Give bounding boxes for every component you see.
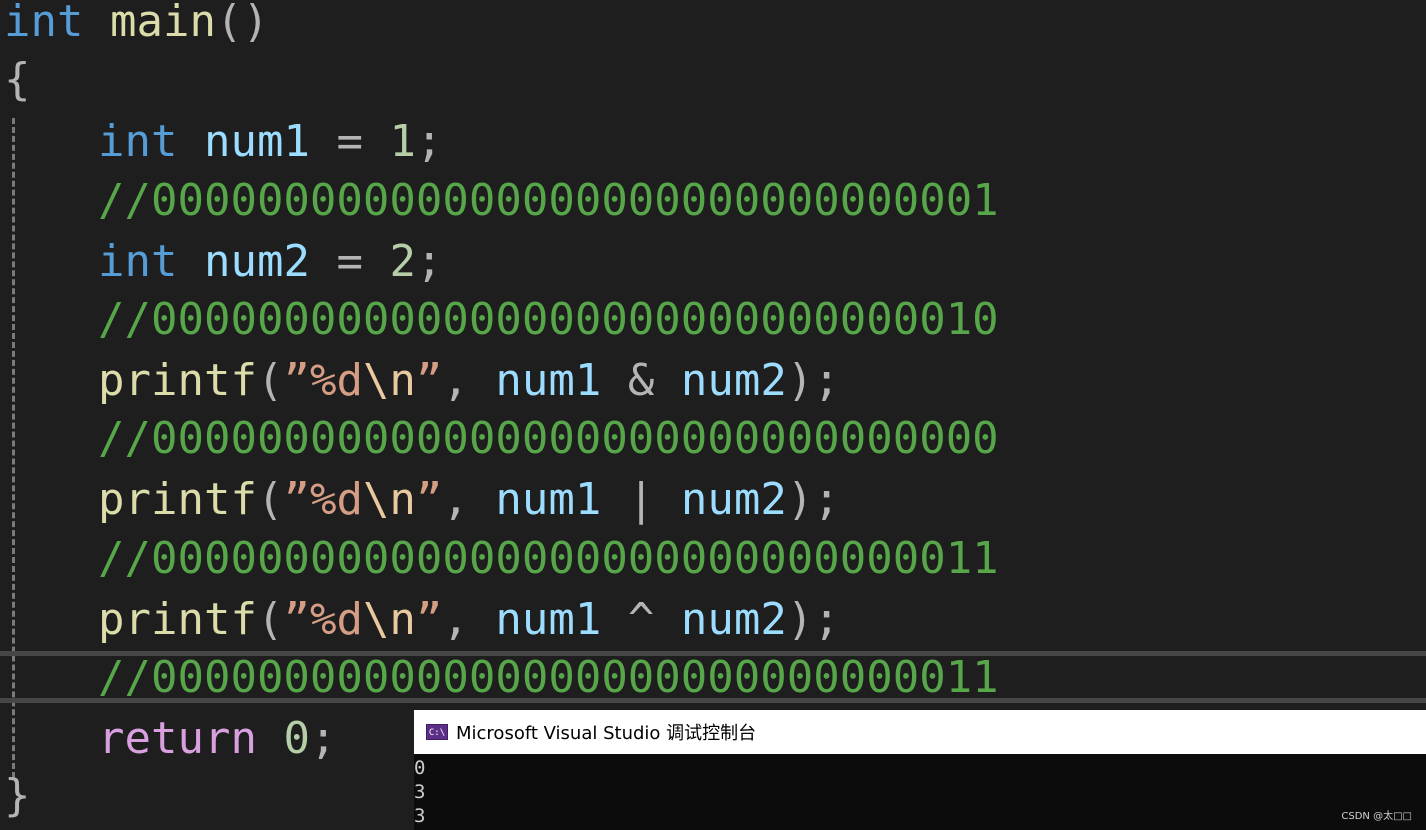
variable: num2 (680, 474, 787, 525)
close-paren: ); (786, 355, 840, 406)
console-output-line: 0 (414, 757, 426, 779)
string-quote: ” (415, 355, 443, 406)
watermark: CSDN @太□□ (1341, 811, 1412, 822)
code-line-9[interactable]: printf(”%d\n”, num1 | num2); (98, 470, 840, 530)
open-paren: ( (256, 594, 284, 645)
function-name: main (109, 0, 216, 47)
operator: & (601, 355, 681, 406)
variable: num2 (680, 355, 787, 406)
console-output-line: 3 (414, 805, 426, 827)
operator: = (309, 116, 390, 167)
close-paren: ); (786, 594, 840, 645)
function-name: printf (98, 594, 257, 645)
code-line-3[interactable]: int num1 = 1; (98, 112, 442, 172)
open-paren: ( (256, 474, 284, 525)
console-title: Microsoft Visual Studio 调试控制台 (456, 723, 757, 744)
open-brace: { (4, 54, 31, 105)
format-specifier: %d (309, 355, 363, 406)
format-specifier: %d (309, 474, 363, 525)
format-specifier: %d (309, 594, 363, 645)
code-line-5[interactable]: int num2 = 2; (98, 232, 442, 292)
console-output-line: 3 (414, 781, 426, 803)
number-literal: 1 (389, 116, 416, 167)
open-paren: ( (256, 355, 284, 406)
return-keyword: return (98, 713, 257, 764)
string-quote: ” (415, 474, 443, 525)
string-quote: ” (283, 594, 310, 645)
number-literal: 2 (389, 236, 416, 287)
operator: = (309, 236, 390, 287)
variable: num2 (680, 594, 787, 645)
keyword: int (98, 116, 178, 167)
console-app-icon: C:\ (426, 724, 448, 740)
semicolon: ; (415, 236, 443, 287)
code-line-14[interactable]: } (4, 766, 31, 826)
code-line-7[interactable]: printf(”%d\n”, num1 & num2); (98, 351, 840, 411)
comment: //00000000000000000000000000000010 (98, 294, 999, 345)
close-brace: } (4, 770, 31, 821)
code-line-1[interactable]: int main() (4, 0, 269, 52)
operator: | (601, 474, 681, 525)
comment: //00000000000000000000000000000011 (98, 533, 999, 584)
variable: num2 (203, 236, 310, 287)
semicolon: ; (415, 116, 443, 167)
debug-console-window[interactable]: C:\ Microsoft Visual Studio 调试控制台 0 3 3 … (414, 710, 1426, 830)
escape-sequence: \n (362, 594, 416, 645)
comma: , (442, 474, 496, 525)
console-output: 0 3 3 (414, 754, 1426, 828)
code-line-8[interactable]: //00000000000000000000000000000000 (98, 409, 999, 469)
comment: //00000000000000000000000000000011 (98, 652, 999, 703)
semicolon: ; (309, 713, 337, 764)
code-line-12[interactable]: //00000000000000000000000000000011 (98, 648, 999, 708)
comment: //00000000000000000000000000000000 (98, 413, 999, 464)
keyword: int (98, 236, 178, 287)
string-quote: ” (283, 474, 310, 525)
comment: //00000000000000000000000000000001 (98, 175, 999, 226)
function-name: printf (98, 355, 257, 406)
comma: , (442, 594, 496, 645)
string-quote: ” (283, 355, 310, 406)
code-line-10[interactable]: //00000000000000000000000000000011 (98, 529, 999, 589)
variable: num1 (495, 355, 602, 406)
code-line-6[interactable]: //00000000000000000000000000000010 (98, 290, 999, 350)
code-line-13[interactable]: return 0; (98, 709, 336, 769)
variable: num1 (203, 116, 310, 167)
code-line-11[interactable]: printf(”%d\n”, num1 ^ num2); (98, 590, 840, 650)
code-line-4[interactable]: //00000000000000000000000000000001 (98, 171, 999, 231)
console-titlebar[interactable]: C:\ Microsoft Visual Studio 调试控制台 (414, 710, 1426, 754)
code-editor[interactable]: int main() { int num1 = 1; //00000000000… (0, 0, 1426, 830)
operator: ^ (601, 594, 681, 645)
keyword: int (4, 0, 84, 47)
escape-sequence: \n (362, 355, 416, 406)
close-paren: ); (786, 474, 840, 525)
string-quote: ” (415, 594, 443, 645)
comma: , (442, 355, 496, 406)
variable: num1 (495, 594, 602, 645)
number-literal: 0 (283, 713, 310, 764)
parens: () (215, 0, 269, 47)
escape-sequence: \n (362, 474, 416, 525)
function-name: printf (98, 474, 257, 525)
code-line-2[interactable]: { (4, 50, 31, 110)
variable: num1 (495, 474, 602, 525)
